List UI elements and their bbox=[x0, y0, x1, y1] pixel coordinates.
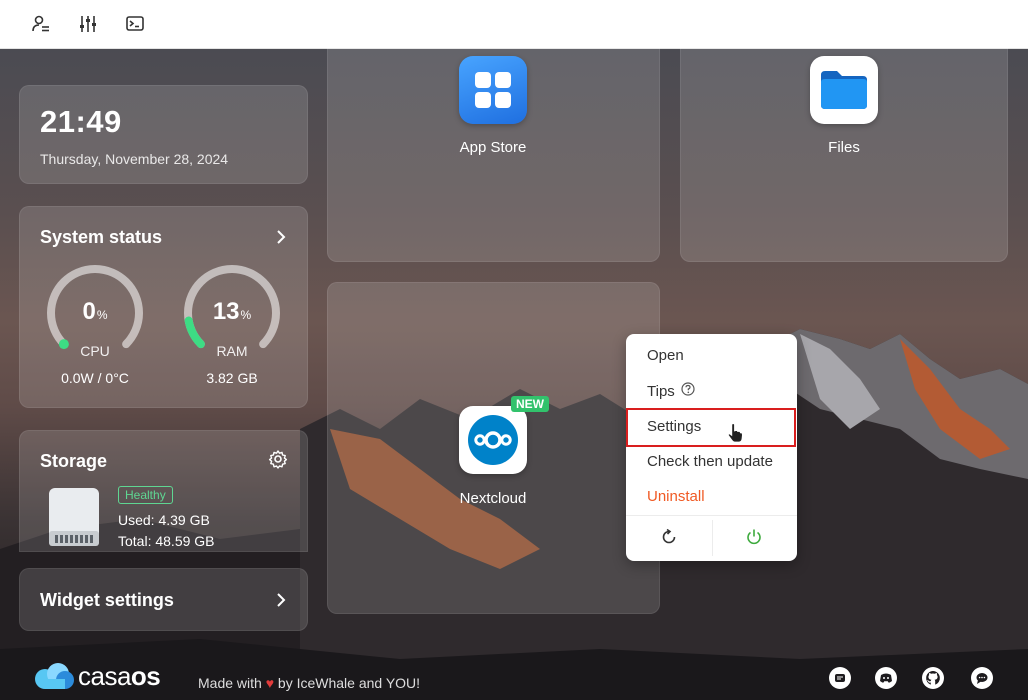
heart-icon: ♥ bbox=[265, 675, 275, 691]
chevron-right-icon[interactable] bbox=[274, 230, 288, 244]
ram-used: 3.82 GB bbox=[206, 370, 258, 386]
chat-bubble-icon[interactable] bbox=[971, 667, 993, 689]
menu-item-tips[interactable]: Tips bbox=[647, 382, 695, 400]
folder-icon[interactable] bbox=[810, 56, 878, 124]
menu-item-check-update[interactable]: Check then update bbox=[647, 453, 773, 470]
storage-total: Total: 48.59 GB bbox=[118, 533, 215, 549]
made-with-suffix: by IceWhale and YOU! bbox=[277, 675, 421, 691]
restart-icon[interactable] bbox=[657, 525, 681, 549]
status-badge: Healthy bbox=[118, 486, 173, 504]
menu-item-settings[interactable]: Settings bbox=[647, 418, 701, 435]
github-icon[interactable] bbox=[922, 667, 944, 689]
sliders-icon[interactable] bbox=[77, 13, 99, 35]
app-store-icon[interactable] bbox=[459, 56, 527, 124]
app-store-label[interactable]: App Store bbox=[413, 139, 573, 156]
brand-prefix: casa bbox=[78, 660, 131, 691]
terminal-icon[interactable] bbox=[124, 13, 146, 35]
new-badge: NEW bbox=[511, 396, 549, 412]
help-icon bbox=[681, 382, 695, 400]
hard-drive-icon bbox=[48, 487, 100, 547]
nextcloud-icon[interactable] bbox=[459, 406, 527, 474]
menu-divider bbox=[626, 515, 797, 516]
cpu-power-temp: 0.0W / 0°C bbox=[61, 370, 129, 386]
clock-widget: 21:49 Thursday, November 28, 2024 bbox=[19, 85, 308, 184]
ram-label: RAM bbox=[216, 343, 248, 359]
clock-date: Thursday, November 28, 2024 bbox=[40, 151, 229, 167]
storage-title: Storage bbox=[40, 451, 108, 471]
ram-value: 13% bbox=[212, 298, 252, 325]
widget-settings-title: Widget settings bbox=[40, 590, 174, 610]
menu-item-uninstall[interactable]: Uninstall bbox=[647, 488, 705, 505]
chevron-right-icon bbox=[274, 593, 288, 607]
account-settings-icon[interactable] bbox=[30, 13, 52, 35]
casaos-logo[interactable]: casa os bbox=[34, 660, 184, 692]
menu-item-tips-label: Tips bbox=[647, 382, 675, 400]
menu-divider-vertical bbox=[712, 520, 713, 556]
storage-used: Used: 4.39 GB bbox=[118, 512, 210, 528]
widget-settings-button[interactable]: Widget settings bbox=[19, 568, 308, 631]
system-status-widget: System status 0% CPU 0.0W / 0°C 13% RAM … bbox=[19, 206, 308, 408]
clock-time: 21:49 bbox=[40, 104, 122, 139]
app-context-menu: Open Tips Settings Check then update Uni… bbox=[626, 334, 797, 561]
cpu-gauge: 0% CPU bbox=[45, 263, 145, 363]
nextcloud-label[interactable]: Nextcloud bbox=[413, 490, 573, 507]
storage-widget: Storage Healthy Used: 4.39 GB Total: 48.… bbox=[19, 430, 308, 552]
made-with-prefix: Made with bbox=[198, 675, 262, 691]
cpu-label: CPU bbox=[80, 343, 110, 359]
cpu-value: 0% bbox=[82, 298, 108, 325]
made-with-text: Made with ♥ by IceWhale and YOU! bbox=[198, 675, 420, 691]
pointer-cursor-icon bbox=[727, 423, 743, 448]
discord-icon[interactable] bbox=[875, 667, 897, 689]
system-status-title: System status bbox=[40, 227, 163, 247]
brand-suffix: os bbox=[130, 660, 161, 691]
power-icon[interactable] bbox=[742, 525, 766, 549]
cloud-logo-icon bbox=[35, 663, 74, 689]
files-label[interactable]: Files bbox=[764, 139, 924, 156]
ram-gauge: 13% RAM bbox=[182, 263, 282, 363]
menu-item-open[interactable]: Open bbox=[647, 347, 684, 364]
gear-icon[interactable] bbox=[268, 449, 288, 469]
message-icon[interactable] bbox=[829, 667, 851, 689]
